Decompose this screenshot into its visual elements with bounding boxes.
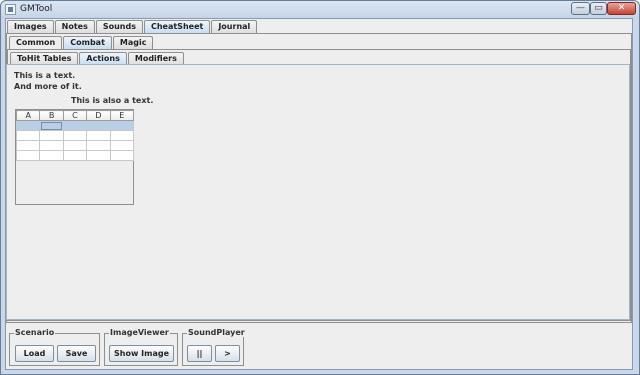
table-cell[interactable]: [39, 140, 64, 151]
table-cell[interactable]: [15, 130, 41, 141]
save-button[interactable]: Save: [57, 345, 96, 362]
tab-common[interactable]: Common: [9, 36, 63, 49]
sub-tab-bar: Common Combat Magic: [9, 36, 154, 49]
load-button[interactable]: Load: [15, 345, 54, 362]
column-header[interactable]: E: [109, 110, 135, 121]
tab-journal[interactable]: Journal: [211, 20, 258, 33]
table-cell[interactable]: [109, 130, 135, 141]
pause-button[interactable]: ||: [187, 345, 212, 362]
table-cell[interactable]: [62, 150, 88, 161]
close-button[interactable]: ✕: [607, 2, 636, 15]
table-row[interactable]: [15, 130, 135, 141]
table-row[interactable]: [15, 150, 135, 161]
app-icon: [5, 4, 16, 15]
maximize-button[interactable]: ▭: [590, 2, 607, 15]
column-header[interactable]: D: [86, 110, 111, 121]
table-row[interactable]: [15, 140, 135, 151]
tab-magic[interactable]: Magic: [112, 36, 154, 49]
table-cell[interactable]: [109, 140, 135, 151]
scenario-group: Scenario Load Save: [9, 328, 100, 366]
table-cell[interactable]: [39, 150, 64, 161]
show-image-button[interactable]: Show Image: [109, 345, 174, 362]
image-viewer-group: ImageViewer Show Image: [104, 328, 178, 366]
column-header[interactable]: A: [15, 110, 41, 121]
title-bar[interactable]: GMTool — ▭ ✕: [1, 1, 639, 19]
table-cell[interactable]: [62, 130, 88, 141]
table-cell[interactable]: [109, 150, 135, 161]
text-line-3: This is also a text.: [71, 96, 154, 105]
table-cell[interactable]: [15, 150, 41, 161]
column-header[interactable]: C: [62, 110, 88, 121]
play-button[interactable]: >: [215, 345, 240, 362]
tab-images[interactable]: Images: [7, 20, 54, 33]
table-header-row: A B C D E: [15, 110, 135, 121]
sound-player-group: SoundPlayer || >: [182, 328, 246, 366]
table-cell[interactable]: [15, 140, 41, 151]
tab-sounds[interactable]: Sounds: [95, 20, 143, 33]
sound-player-group-title: SoundPlayer: [187, 328, 246, 337]
tab-notes[interactable]: Notes: [54, 20, 95, 33]
table-cell[interactable]: [86, 120, 111, 131]
table-cell[interactable]: [39, 120, 64, 131]
table-cell[interactable]: [62, 140, 88, 151]
table-cell[interactable]: [86, 150, 111, 161]
table-cell[interactable]: [62, 120, 88, 131]
table-cell[interactable]: [86, 130, 111, 141]
table-cell[interactable]: [109, 120, 135, 131]
image-viewer-group-title: ImageViewer: [109, 328, 170, 337]
tab-cheatsheet[interactable]: CheatSheet: [143, 20, 211, 33]
column-header[interactable]: B: [39, 110, 64, 121]
table-cell[interactable]: [39, 130, 64, 141]
text-line-1: This is a text.: [14, 71, 76, 80]
tab-combat[interactable]: Combat: [63, 36, 112, 49]
table-row[interactable]: [15, 120, 135, 131]
window-title: GMTool: [20, 4, 53, 14]
table-cell[interactable]: [86, 140, 111, 151]
table-cell[interactable]: [15, 120, 41, 131]
data-table[interactable]: A B C D E: [15, 109, 135, 205]
scenario-group-title: Scenario: [14, 328, 56, 337]
main-tab-bar: Images Notes Sounds CheatSheet Journal: [7, 20, 258, 33]
text-line-2: And more of it.: [14, 82, 82, 91]
minimize-button[interactable]: —: [571, 2, 590, 15]
